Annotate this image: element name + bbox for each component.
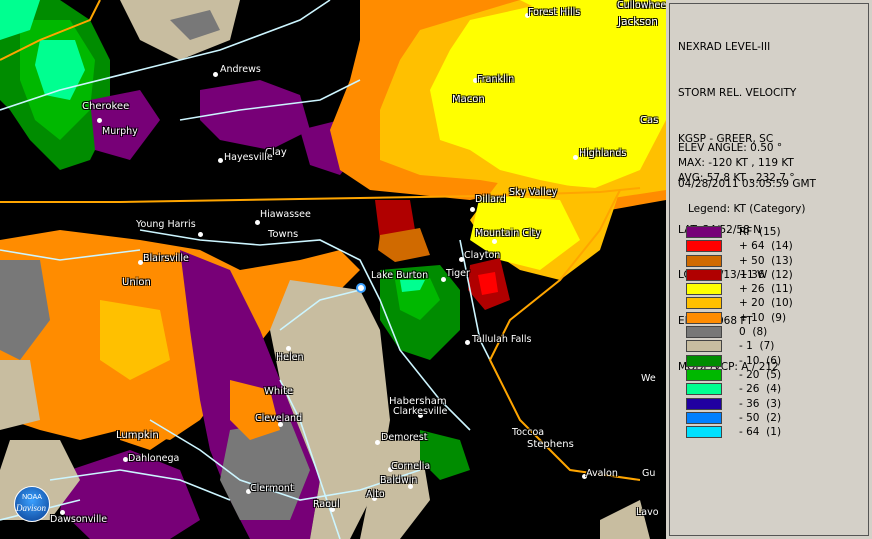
avg-velocity: AVG: 57.8 KT , 232.7 ° <box>678 172 795 185</box>
legend-label: + 26 (11) <box>739 283 793 296</box>
map-label-we: We <box>641 373 656 384</box>
map-label-toccoa: Toccoa <box>512 427 545 438</box>
map-label-towns: Towns <box>268 229 299 240</box>
city-dot <box>255 220 260 225</box>
legend-title: Legend: KT (Category) <box>688 203 806 215</box>
city-dot <box>375 440 380 445</box>
legend-swatch <box>686 283 722 296</box>
city-dot <box>97 118 102 123</box>
legend-swatch <box>686 226 722 238</box>
city-dot <box>573 155 578 160</box>
map-label-helen: Helen <box>276 352 304 363</box>
map-label-dillard: Dillard <box>475 194 506 205</box>
map-label-cleveland: Cleveland <box>255 413 303 424</box>
map-label-hiawassee: Hiawassee <box>260 209 311 220</box>
legend-label: - 1 (7) <box>739 340 775 353</box>
max-velocity: MAX: -120 KT , 119 KT <box>678 157 794 170</box>
legend-swatch <box>686 254 722 267</box>
city-dot <box>470 207 475 212</box>
map-label-highlands: Highlands <box>579 148 627 159</box>
map-label-jackson: Jackson <box>618 16 658 28</box>
map-label-lake-burton: Lake Burton <box>371 270 429 281</box>
map-label-cullowhee: Cullowhee <box>617 0 667 11</box>
map-label-lavo: Lavo <box>636 507 659 518</box>
scan-stats: ELEV ANGLE: 0.50 ° MAX: -120 KT , 119 KT… <box>678 141 795 187</box>
map-label-hayesville: Hayesville <box>224 152 273 163</box>
davison-logo-text: Davison <box>16 503 46 513</box>
map-label-blairsville: Blairsville <box>143 253 189 264</box>
map-label-raoul: Raoul <box>313 499 340 510</box>
radar-velocity-image <box>0 0 666 539</box>
radar-site-icon[interactable] <box>356 283 366 293</box>
map-label-cornelia: Cornelia <box>391 461 431 472</box>
legend-swatch <box>686 297 722 310</box>
legend-swatch <box>686 340 722 353</box>
city-dot <box>465 340 470 345</box>
map-label-clarkesville: Clarkesville <box>393 406 448 417</box>
city-dot <box>213 72 218 77</box>
legend-label: - 26 (4) <box>739 383 782 396</box>
legend-swatch <box>686 240 722 253</box>
map-label-alto: Alto <box>366 489 385 500</box>
map-label-tallulah-falls: Tallulah Falls <box>472 334 532 345</box>
legend-label: + 20 (10) <box>739 297 793 310</box>
legend-swatch <box>686 268 722 281</box>
product-type: STORM REL. VELOCITY <box>678 87 797 99</box>
legend-label: - 10 (6) <box>739 354 782 367</box>
legend-swatch <box>686 354 722 367</box>
legend-swatch <box>686 368 722 381</box>
legend-label: + 50 (13) <box>739 254 793 267</box>
map-label-clermont: Clermont <box>250 483 294 494</box>
radar-map[interactable]: Forest Hills Cullowhee Jackson Andrews F… <box>0 0 668 539</box>
map-label-union: Union <box>122 277 151 288</box>
map-label-cherokee: Cherokee <box>82 101 130 112</box>
legend-label: - 50 (2) <box>739 411 782 424</box>
legend-swatch <box>686 397 722 410</box>
map-label-gu: Gu <box>642 468 656 479</box>
legend-swatch <box>686 326 722 339</box>
city-dot <box>286 346 291 351</box>
map-label-murphy: Murphy <box>102 126 138 137</box>
city-dot <box>492 239 497 244</box>
legend-label: - 36 (3) <box>739 397 782 410</box>
legend-label: - 20 (5) <box>739 368 782 381</box>
map-label-clayton: Clayton <box>464 250 501 261</box>
map-label-dahlonega: Dahlonega <box>128 453 180 464</box>
noaa-logo-text: NOAA <box>22 494 42 501</box>
legend-swatch <box>686 383 722 396</box>
legend-swatch <box>686 411 722 424</box>
city-dot <box>198 232 203 237</box>
map-label-avalon: Avalon <box>586 468 618 479</box>
info-panel-frame: NEXRAD LEVEL-III STORM REL. VELOCITY KGS… <box>669 3 869 536</box>
city-dot <box>218 158 223 163</box>
map-label-andrews: Andrews <box>220 64 261 75</box>
product-name: NEXRAD LEVEL-III <box>678 41 771 54</box>
legend-label: + 36 (12) <box>739 268 793 281</box>
legend-label: - 64 (1) <box>739 426 782 439</box>
map-label-young-harris: Young Harris <box>136 219 196 230</box>
elevation-angle: ELEV ANGLE: 0.50 ° <box>678 142 783 154</box>
map-label-baldwin: Baldwin <box>380 475 418 486</box>
map-label-cas: Cas <box>640 115 659 126</box>
legend-label: 0 (8) <box>739 326 768 339</box>
legend-label: + 64 (14) <box>739 240 793 253</box>
map-label-macon: Macon <box>452 94 485 105</box>
info-panel: NEXRAD LEVEL-III STORM REL. VELOCITY KGS… <box>666 0 872 539</box>
legend-label: RF (15) <box>739 226 781 238</box>
map-label-lumpkin: Lumpkin <box>116 430 159 441</box>
map-label-tiger: Tiger <box>446 268 470 279</box>
map-label-demorest: Demorest <box>381 432 428 443</box>
map-label-mountain-city: Mountain City <box>475 228 541 239</box>
legend-label: + 10 (9) <box>739 311 787 324</box>
map-label-stephens: Stephens <box>527 439 574 450</box>
map-label-franklin: Franklin <box>477 74 515 85</box>
legend-swatch <box>686 426 722 439</box>
map-label-white: White <box>264 386 294 397</box>
map-label-dawsonville: Dawsonville <box>50 514 108 525</box>
map-label-forest-hills: Forest Hills <box>528 7 581 18</box>
map-label-sky-valley: Sky Valley <box>509 187 558 198</box>
legend-swatch <box>686 311 722 324</box>
